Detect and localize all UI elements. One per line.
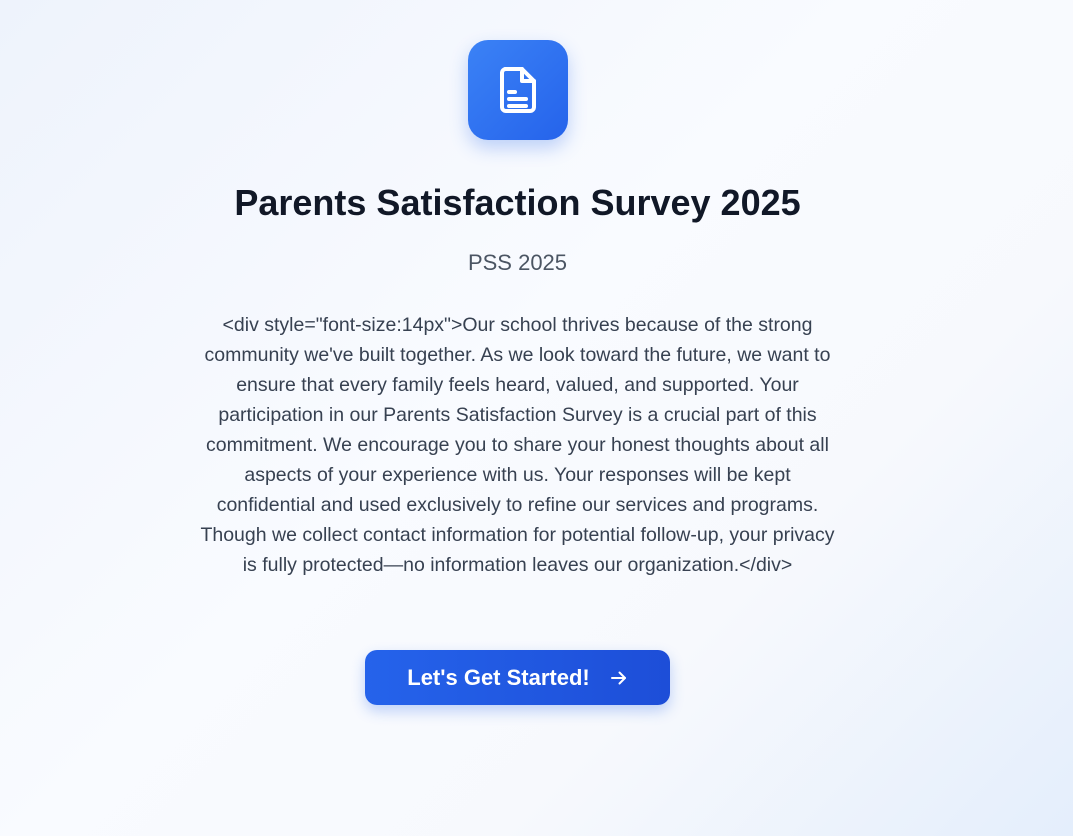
start-survey-button[interactable]: Let's Get Started! bbox=[365, 650, 670, 705]
survey-intro: Parents Satisfaction Survey 2025 PSS 202… bbox=[0, 0, 1073, 836]
survey-description: <div style="font-size:14px">Our school t… bbox=[200, 314, 835, 576]
survey-title: Parents Satisfaction Survey 2025 bbox=[234, 182, 801, 223]
document-icon bbox=[498, 66, 538, 114]
arrow-right-icon bbox=[610, 669, 628, 687]
survey-code: PSS 2025 bbox=[467, 250, 568, 275]
start-button-label: Let's Get Started! bbox=[407, 664, 590, 690]
survey-logo bbox=[468, 40, 568, 140]
